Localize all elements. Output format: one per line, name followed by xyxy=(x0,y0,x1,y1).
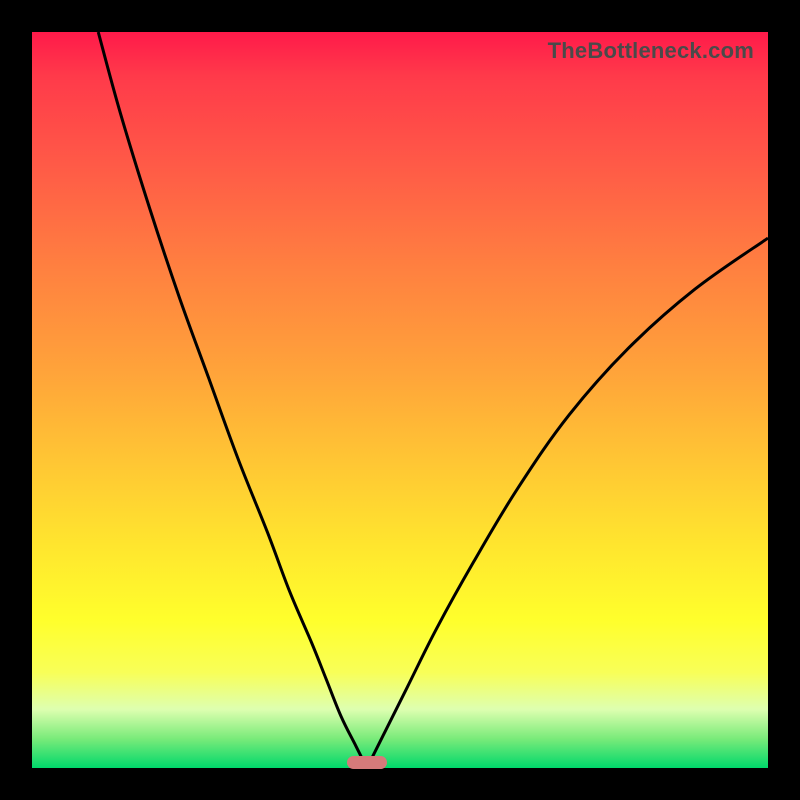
curve-right-branch xyxy=(367,238,768,768)
curve-left-branch xyxy=(98,32,367,768)
minimum-marker xyxy=(347,756,387,769)
bottleneck-curve xyxy=(32,32,768,768)
chart-plot-area: TheBottleneck.com xyxy=(32,32,768,768)
chart-frame: TheBottleneck.com xyxy=(0,0,800,800)
